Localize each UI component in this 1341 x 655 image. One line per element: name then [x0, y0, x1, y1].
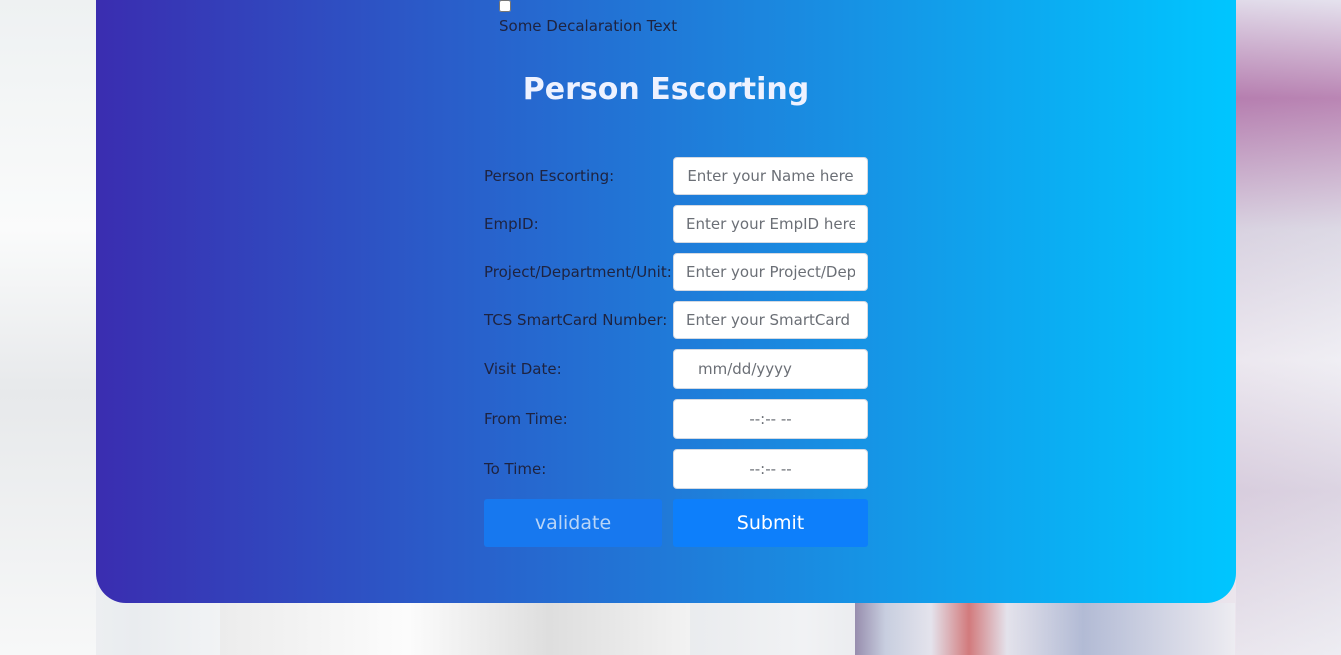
declaration-text: Some Decalaration Text [499, 17, 678, 35]
validate-button[interactable]: validate [484, 499, 662, 547]
person-escorting-input[interactable] [673, 157, 868, 195]
declaration-checkbox[interactable] [499, 0, 511, 12]
smartcard-input[interactable] [673, 301, 868, 339]
label-to-time: To Time: [484, 460, 547, 478]
visit-date-input[interactable] [673, 349, 868, 389]
background-photo-left [0, 0, 96, 655]
submit-button[interactable]: Submit [673, 499, 868, 547]
background-photo-bottom-right [855, 603, 1235, 655]
empid-input[interactable] [673, 205, 868, 243]
to-time-input[interactable] [673, 449, 868, 489]
background-photo-right [1236, 0, 1341, 655]
label-empid: EmpID: [484, 215, 539, 233]
background-photo-bottom [220, 603, 690, 655]
label-from-time: From Time: [484, 410, 568, 428]
label-smartcard: TCS SmartCard Number: [484, 311, 668, 329]
form-title: Person Escorting [522, 72, 810, 107]
label-person-escorting: Person Escorting: [484, 167, 615, 185]
label-visit-date: Visit Date: [484, 360, 562, 378]
label-project: Project/Department/Unit: [484, 263, 672, 281]
project-input[interactable] [673, 253, 868, 291]
from-time-input[interactable] [673, 399, 868, 439]
